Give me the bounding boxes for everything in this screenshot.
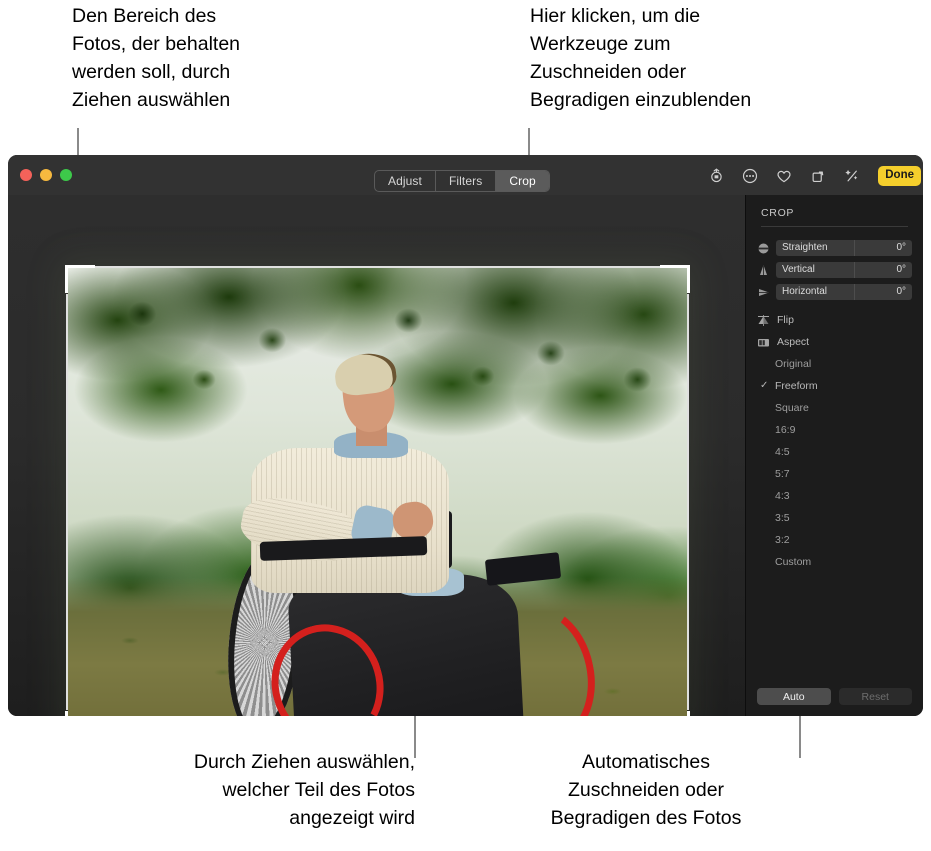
crop-inspector-panel: CROP Straighten 0° Vertical 0° Horizonta… (745, 195, 923, 716)
slider-row-straighten[interactable]: Straighten 0° (757, 240, 912, 256)
photo-subject-person-in-wheelchair (68, 268, 687, 716)
straighten-icon (757, 242, 770, 255)
straighten-field[interactable]: Straighten 0° (776, 240, 912, 256)
inspector-action-buttons: Auto Reset (757, 688, 912, 705)
aspect-option-label: 3:5 (775, 511, 790, 524)
aspect-option-4-3[interactable]: 4:3 (757, 488, 912, 503)
checkmark-icon: ✓ (760, 380, 769, 391)
auto-button[interactable]: Auto (757, 688, 831, 705)
done-button[interactable]: Done (878, 166, 921, 186)
tab-crop[interactable]: Crop (496, 171, 549, 191)
aspect-option-16-9[interactable]: 16:9 (757, 422, 912, 437)
enhance-magic-icon[interactable] (842, 166, 862, 186)
aspect-option-3-2[interactable]: 3:2 (757, 532, 912, 547)
photo-image (68, 268, 687, 716)
toolbar-right-group: Done (706, 166, 921, 186)
favorite-heart-icon[interactable] (774, 166, 794, 186)
screenshot-root: Den Bereich des Fotos, der behalten werd… (0, 0, 931, 851)
vertical-icon (757, 264, 770, 277)
crop-handle-bottom-left[interactable] (65, 711, 68, 716)
tool-row-flip[interactable]: Flip (757, 312, 912, 328)
aspect-option-custom[interactable]: Custom (757, 554, 912, 569)
aspect-label: Aspect (777, 336, 810, 348)
horizontal-field[interactable]: Horizontal 0° (776, 284, 912, 300)
reset-button[interactable]: Reset (838, 688, 912, 705)
window-controls (20, 169, 72, 181)
crop-edge-left[interactable] (66, 294, 68, 710)
more-options-icon[interactable] (740, 166, 760, 186)
rotate-icon[interactable] (808, 166, 828, 186)
rotate-counterclockwise-icon[interactable] (706, 166, 726, 186)
crop-edge-top[interactable] (94, 266, 661, 268)
inspector-title: CROP (761, 207, 795, 219)
tab-adjust[interactable]: Adjust (375, 171, 436, 191)
crop-edge-right[interactable] (687, 294, 689, 710)
vertical-field[interactable]: Vertical 0° (776, 262, 912, 278)
aspect-option-label: 5:7 (775, 467, 790, 480)
crop-handle-top-left[interactable] (67, 265, 95, 268)
flip-label: Flip (777, 314, 794, 326)
aspect-option-label: 4:3 (775, 489, 790, 502)
aspect-option-4-5[interactable]: 4:5 (757, 444, 912, 459)
inspector-divider (761, 226, 908, 227)
slider-row-vertical[interactable]: Vertical 0° (757, 262, 912, 278)
horizontal-label: Horizontal (776, 284, 855, 300)
wheelchair-armrest (484, 552, 562, 586)
photo-canvas[interactable] (8, 195, 745, 716)
aspect-option-label: 16:9 (775, 423, 796, 436)
tab-filters[interactable]: Filters (436, 171, 497, 191)
slider-row-horizontal[interactable]: Horizontal 0° (757, 284, 912, 300)
crop-handle-top-right[interactable] (687, 265, 690, 293)
vertical-label: Vertical (776, 262, 855, 278)
annotation-bottom-left: Durch Ziehen auswählen, welcher Teil des… (193, 751, 415, 829)
horizontal-value: 0° (896, 286, 906, 297)
aspect-option-label: 3:2 (775, 533, 790, 546)
tool-row-aspect[interactable]: Aspect (757, 334, 912, 350)
zoom-button-icon[interactable] (60, 169, 72, 181)
aspect-icon (757, 336, 770, 349)
horizontal-icon (757, 286, 770, 299)
aspect-option-freeform[interactable]: ✓ Freeform (757, 378, 912, 393)
aspect-option-original[interactable]: Original (757, 356, 912, 371)
annotation-top-right: Hier klicken, um die Werkzeuge zum Zusch… (530, 5, 752, 111)
vertical-value: 0° (896, 264, 906, 275)
photos-editor-window: CROP Straighten 0° Vertical 0° Horizonta… (8, 155, 923, 716)
annotation-top-left: Den Bereich des Fotos, der behalten werd… (72, 5, 241, 111)
aspect-option-label: Square (775, 401, 809, 414)
aspect-option-label: 4:5 (775, 445, 790, 458)
aspect-option-3-5[interactable]: 3:5 (757, 510, 912, 525)
aspect-option-5-7[interactable]: 5:7 (757, 466, 912, 481)
minimize-button-icon[interactable] (40, 169, 52, 181)
editor-mode-segmented-control[interactable]: Adjust Filters Crop (374, 170, 550, 192)
aspect-option-square[interactable]: Square (757, 400, 912, 415)
crop-handle-bottom-right[interactable] (687, 711, 690, 716)
annotation-bottom-right: Automatisches Zuschneiden oder Begradige… (550, 751, 742, 829)
flip-icon (757, 314, 770, 327)
aspect-option-label: Original (775, 357, 812, 370)
crop-handle-top-right[interactable] (660, 265, 688, 268)
aspect-option-label: Freeform (775, 379, 818, 392)
aspect-option-label: Custom (775, 555, 812, 568)
straighten-value: 0° (896, 242, 906, 253)
straighten-label: Straighten (776, 240, 855, 256)
close-button-icon[interactable] (20, 169, 32, 181)
crop-selection-region[interactable] (65, 265, 690, 716)
annotation-leader-bottom-right (799, 712, 801, 758)
crop-handle-top-left[interactable] (65, 265, 68, 293)
